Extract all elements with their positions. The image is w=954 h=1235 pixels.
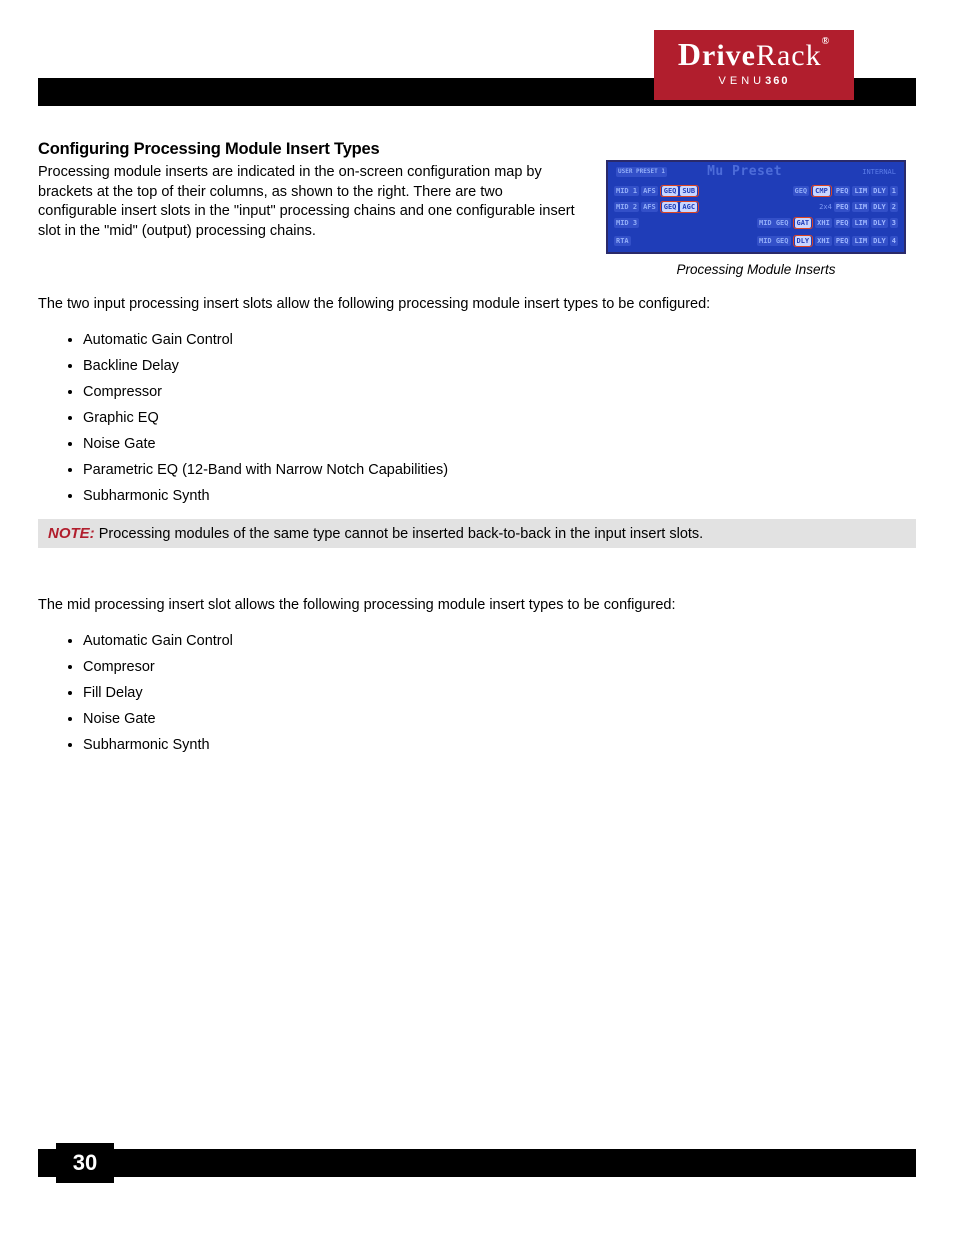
list-item: Parametric EQ (12-Band with Narrow Notch… <box>83 457 916 483</box>
list-item: Subharmonic Synth <box>83 732 916 758</box>
intro-paragraph: Processing module inserts are indicated … <box>38 163 576 241</box>
lcd-preset-name: Mu Preset <box>707 164 782 179</box>
list-item: Fill Delay <box>83 680 916 706</box>
note-text: Processing modules of the same type cann… <box>95 526 704 542</box>
mid-insert-types-list: Automatic Gain ControlCompresorFill Dela… <box>83 628 916 758</box>
list-item: Automatic Gain Control <box>83 327 916 353</box>
page-number: 30 <box>56 1143 114 1183</box>
list-item: Subharmonic Synth <box>83 483 916 509</box>
lcd-status: INTERNAL <box>862 168 896 176</box>
note-box: NOTE: Processing modules of the same typ… <box>38 519 916 548</box>
input-list-intro: The two input processing insert slots al… <box>38 295 916 315</box>
brand-badge: DriveRack® VENU360 <box>654 30 854 102</box>
list-item: Noise Gate <box>83 431 916 457</box>
brand-logo: DriveRack® <box>654 36 854 73</box>
config-map-screenshot: USER PRESET 1 Mu Preset INTERNAL MID 1AF… <box>606 160 906 254</box>
footer-bar <box>38 1149 916 1177</box>
list-item: Automatic Gain Control <box>83 628 916 654</box>
list-item: Compresor <box>83 654 916 680</box>
figure-caption: Processing Module Inserts <box>596 262 916 277</box>
brand-model: VENU360 <box>654 75 854 87</box>
section-heading: Configuring Processing Module Insert Typ… <box>38 140 576 159</box>
lcd-user-preset: USER PRESET 1 <box>616 167 667 177</box>
list-item: Graphic EQ <box>83 405 916 431</box>
note-label: NOTE: <box>48 525 95 542</box>
list-item: Compressor <box>83 379 916 405</box>
mid-list-intro: The mid processing insert slot allows th… <box>38 596 916 616</box>
input-insert-types-list: Automatic Gain ControlBackline DelayComp… <box>83 327 916 510</box>
list-item: Noise Gate <box>83 706 916 732</box>
list-item: Backline Delay <box>83 353 916 379</box>
